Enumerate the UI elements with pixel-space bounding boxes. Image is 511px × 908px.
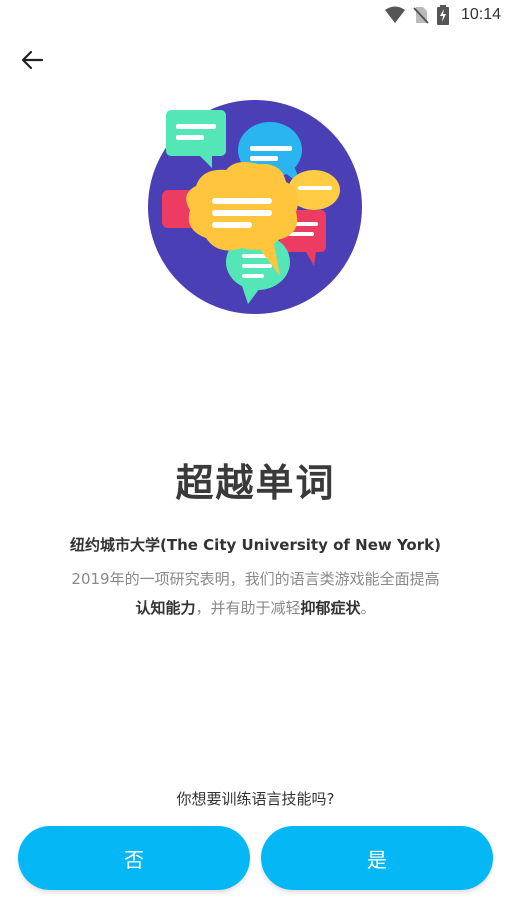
- question-text: 你想要训练语言技能吗?: [176, 790, 335, 808]
- status-time: 10:14: [460, 6, 501, 23]
- source-text: 纽约城市大学(The City University of New York): [70, 536, 441, 554]
- back-button[interactable]: [18, 46, 46, 74]
- no-button-label: 否: [124, 847, 144, 872]
- description-highlight: 认知能力: [135, 599, 196, 617]
- no-button[interactable]: 否: [18, 826, 250, 890]
- page-title: 超越单词: [175, 461, 336, 505]
- description-part: 。: [360, 599, 376, 617]
- description-part: ，并有助于减轻: [195, 599, 301, 617]
- yes-button[interactable]: 是: [261, 826, 493, 890]
- description-text: 2019年的一项研究表明，我们的语言类游戏能全面提高 认知能力，并有助于减轻抑郁…: [40, 565, 471, 623]
- no-sim-icon: [413, 6, 429, 24]
- description-highlight: 抑郁症状: [300, 599, 361, 617]
- battery-charging-icon: [436, 5, 449, 25]
- yes-button-label: 是: [367, 847, 387, 872]
- speech-bubbles-illustration: [146, 98, 364, 316]
- status-bar: 10:14: [0, 0, 511, 30]
- description-part: 2019年的一项研究表明，我们的语言类游戏能全面提高: [71, 570, 440, 588]
- arrow-left-icon: [21, 50, 44, 70]
- wifi-icon: [384, 6, 405, 24]
